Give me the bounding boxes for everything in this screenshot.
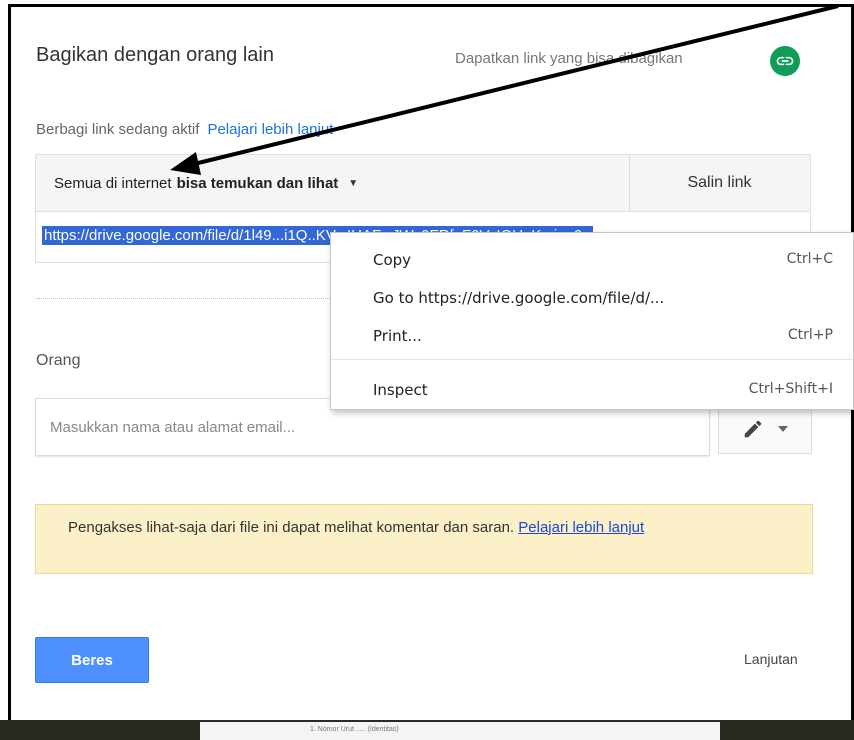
menu-item-label: Inspect (373, 381, 428, 399)
learn-more-link[interactable]: Pelajari lebih lanjut (207, 121, 333, 138)
done-button[interactable]: Beres (35, 637, 149, 683)
divider (36, 298, 330, 299)
get-shareable-link[interactable]: Dapatkan link yang bisa dibagikan (455, 50, 683, 67)
background-document (200, 722, 720, 740)
menu-item-shortcut: Ctrl+Shift+I (748, 381, 833, 397)
link-icon[interactable] (770, 46, 800, 76)
chevron-down-icon (778, 426, 788, 432)
copy-link-button[interactable]: Salin link (629, 155, 810, 211)
menu-item-inspect[interactable]: Inspect Ctrl+Shift+I (331, 373, 853, 407)
people-label: Orang (36, 352, 81, 369)
permission-edit-button[interactable] (718, 404, 812, 454)
notice-text: Pengakses lihat-saja dari file ini dapat… (68, 519, 515, 536)
advanced-link[interactable]: Lanjutan (744, 651, 798, 667)
notice-learn-more-link[interactable]: Pelajari lebih lanjut (518, 519, 644, 536)
link-status-line: Berbagi link sedang aktif Pelajari lebih … (36, 121, 333, 138)
menu-item-label: Print... (373, 327, 422, 345)
caret-down-icon: ▼ (348, 177, 359, 189)
menu-item-label: Go to https://drive.google.com/file/d/..… (373, 289, 665, 307)
context-menu: Copy Ctrl+C Go to https://drive.google.c… (330, 232, 854, 410)
access-level-dropdown[interactable]: Semua di internet bisa temukan dan lihat… (36, 155, 630, 211)
dialog-title: Bagikan dengan orang lain (36, 44, 274, 66)
menu-item-shortcut: Ctrl+P (787, 327, 833, 343)
view-only-notice: Pengakses lihat-saja dari file ini dapat… (35, 504, 813, 574)
menu-item-print[interactable]: Print... Ctrl+P (331, 319, 853, 353)
access-level: bisa temukan dan lihat (176, 174, 339, 192)
menu-item-copy[interactable]: Copy Ctrl+C (331, 243, 853, 277)
menu-item-label: Copy (373, 251, 412, 269)
menu-item-go-to[interactable]: Go to https://drive.google.com/file/d/..… (331, 281, 853, 315)
menu-item-shortcut: Ctrl+C (786, 251, 833, 267)
chain-link-icon (776, 56, 794, 66)
link-status-text: Berbagi link sedang aktif (36, 121, 200, 138)
pencil-icon (744, 420, 762, 438)
link-access-row: Semua di internet bisa temukan dan lihat… (35, 154, 811, 212)
access-prefix: Semua di internet (54, 174, 172, 192)
menu-separator (331, 359, 853, 360)
background-document-text: 1. Nomor Urut ..... (Identitas) (310, 726, 399, 733)
